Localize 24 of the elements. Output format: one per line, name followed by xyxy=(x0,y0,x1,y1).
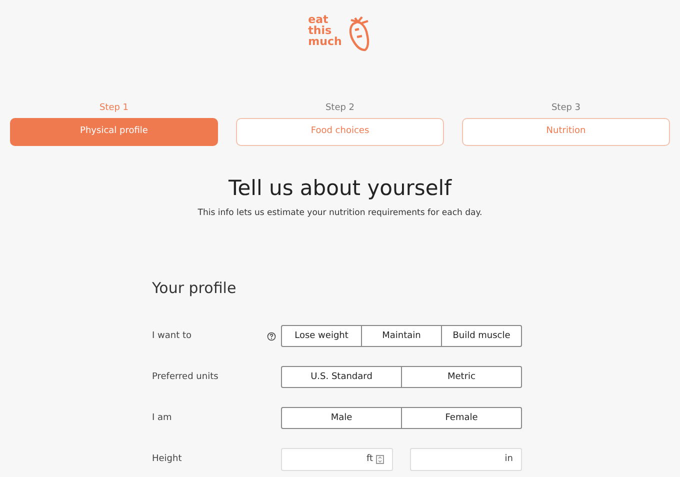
option-button[interactable]: Female xyxy=(401,407,522,430)
field-label: I am xyxy=(152,412,173,425)
page-heading: Tell us about yourself xyxy=(227,176,453,201)
field-label: Preferred units xyxy=(152,370,220,384)
field-label: Height xyxy=(152,452,183,466)
logo-text: eat this much xyxy=(308,14,342,47)
unit-label: ft xyxy=(366,452,373,466)
option-button[interactable]: Male xyxy=(281,407,402,430)
step-label: Step 3 xyxy=(551,102,581,115)
page-subheading: This info lets us estimate your nutrition requirements for each day. xyxy=(196,206,484,220)
option-button[interactable]: Metric xyxy=(401,366,522,388)
help-icon[interactable] xyxy=(266,332,276,341)
unit-label: in xyxy=(504,452,513,466)
step-label: Step 1 xyxy=(99,102,129,115)
step-label: Step 2 xyxy=(325,102,355,115)
option-button[interactable]: U.S. Standard xyxy=(281,366,402,388)
option-button[interactable]: Build muscle xyxy=(441,325,522,348)
option-button[interactable]: Lose weight xyxy=(281,325,362,348)
section-title: Your profile xyxy=(152,278,238,300)
input-field[interactable]: ft xyxy=(281,448,393,471)
option-button[interactable]: Maintain xyxy=(361,325,442,348)
spinner-icon[interactable] xyxy=(376,454,384,464)
field-label: I want to xyxy=(152,330,193,343)
input-field[interactable]: in xyxy=(410,448,522,471)
